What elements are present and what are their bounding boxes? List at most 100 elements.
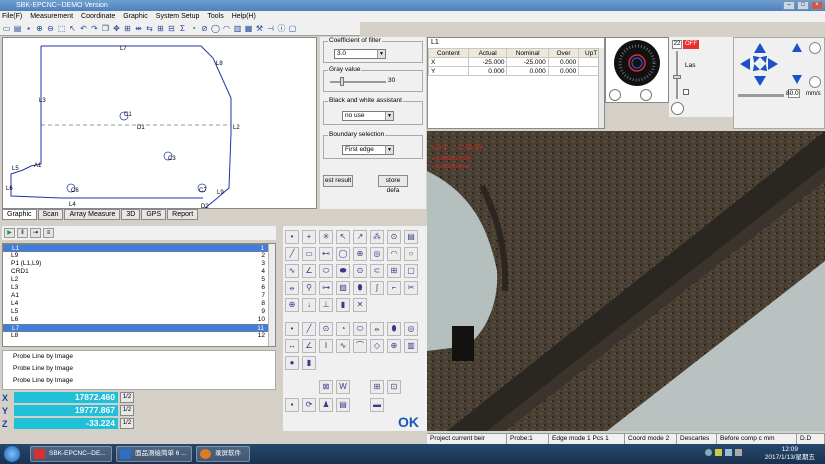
new-file-icon[interactable]: ▭ [2, 24, 11, 33]
gear-icon[interactable] [640, 89, 652, 101]
curve-2-icon[interactable]: ∿ [336, 339, 350, 353]
zoom-icon[interactable]: ⊙ [387, 230, 401, 244]
window-icon[interactable]: ▢ [288, 24, 297, 33]
menu-system-setup[interactable]: System Setup [156, 11, 200, 22]
gray-slider-thumb[interactable] [340, 77, 344, 86]
undo-icon[interactable]: ↶ [79, 24, 88, 33]
stop-icon[interactable]: ≡ [43, 228, 54, 238]
grid-measure-icon[interactable]: ⊞ [387, 264, 401, 278]
list-item[interactable]: L8 12 [3, 332, 275, 340]
pause-icon[interactable]: ‖ [17, 228, 28, 238]
circle-icon[interactable]: ◯ [211, 24, 220, 33]
spline-icon[interactable]: ∫ [370, 281, 384, 295]
results-scrollbar[interactable] [598, 48, 604, 128]
ring-2-icon[interactable]: ◎ [404, 322, 418, 336]
fit-icon[interactable]: ⬚ [57, 24, 66, 33]
menu-tools[interactable]: Tools [207, 11, 223, 22]
ruler-icon[interactable]: ⊟ [167, 24, 176, 33]
align-icon[interactable]: ⊞ [123, 24, 132, 33]
ellipse-2-icon[interactable]: ⬭ [353, 322, 367, 336]
volume-icon[interactable] [725, 449, 732, 456]
excel-export-icon[interactable]: ⊠ [319, 380, 333, 394]
jog-diag-dr[interactable] [760, 64, 770, 74]
cross-icon[interactable]: + [302, 230, 316, 244]
delete-icon[interactable]: ✕ [353, 298, 367, 312]
rotate-icon[interactable]: ◔ [189, 24, 198, 33]
mirror-icon[interactable]: ⇆ [145, 24, 154, 33]
tab-graphic[interactable]: Graphic [2, 209, 37, 220]
copy-icon[interactable]: ❐ [101, 24, 110, 33]
sigma-icon[interactable]: Σ [178, 24, 187, 33]
stamp-icon[interactable]: ⊥ [319, 298, 333, 312]
list-item[interactable]: Probe Line by Image [3, 363, 275, 375]
test-result-button[interactable]: est result [323, 175, 353, 187]
tab-report[interactable]: Report [167, 209, 199, 220]
save-file-icon[interactable]: ▪ [285, 398, 299, 412]
capture-icon[interactable]: ⊡ [387, 380, 401, 394]
point-2-icon[interactable]: • [285, 322, 299, 336]
gray-blob-icon[interactable]: ● [285, 356, 299, 370]
start-button[interactable] [4, 446, 20, 462]
z-knob-icon[interactable] [809, 42, 821, 54]
maximize-button[interactable]: □ [797, 1, 809, 10]
chart-icon[interactable]: ▥ [233, 24, 242, 33]
grid-icon[interactable]: ⊞ [156, 24, 165, 33]
jog-diag-dl[interactable] [750, 64, 760, 74]
jog-diagonal-arrows[interactable] [750, 53, 770, 74]
list-item[interactable]: Probe Line by Image [3, 351, 275, 363]
add-frame-icon[interactable]: ⊞ [370, 380, 384, 394]
angle-2-icon[interactable]: ∠ [302, 339, 316, 353]
half-button[interactable]: 1/2 [120, 418, 134, 429]
keyboard-icon[interactable] [735, 449, 742, 456]
oval-icon[interactable]: ⬬ [336, 264, 350, 278]
list-item[interactable]: L5 9 [3, 308, 275, 316]
star-icon[interactable]: ✳ [319, 230, 333, 244]
oval-2-icon[interactable]: ⬮ [387, 322, 401, 336]
add-icon[interactable]: ⊕ [285, 298, 299, 312]
plane-icon[interactable]: ◇ [370, 339, 384, 353]
flag-icon[interactable] [715, 449, 722, 456]
list-scrollbar[interactable] [268, 244, 275, 346]
select-icon[interactable]: ↖ [68, 24, 77, 33]
box-icon[interactable]: ▢ [404, 264, 418, 278]
coord-value[interactable]: -33.224 [14, 418, 118, 429]
list-item[interactable]: L3 6 [3, 284, 275, 292]
distance-icon[interactable]: ⊷ [319, 247, 333, 261]
line-2-icon[interactable]: ╱ [302, 322, 316, 336]
table-row[interactable]: Y 0.000 0.000 0.000 [428, 66, 604, 76]
graphic-canvas[interactable]: L7 L8 L3 L2 D1 C1 C3 A1 L6 C6 C7 L9 L5 L… [2, 37, 317, 210]
minimize-button[interactable]: – [783, 1, 795, 10]
camera-view[interactable]: L 0:1 ... 2: 31.53 x 0.00001(0.00) y 0.0… [427, 131, 825, 431]
zoom-out-icon[interactable]: ⊖ [46, 24, 55, 33]
jog-diag-ur[interactable] [760, 53, 770, 63]
list-item[interactable]: Probe Line by Image [3, 375, 275, 387]
no-entry-icon[interactable]: ⊘ [200, 24, 209, 33]
tool-icon[interactable]: ⚒ [255, 24, 264, 33]
layers-icon[interactable]: ▦ [244, 24, 253, 33]
list-item[interactable]: L2 5 [3, 276, 275, 284]
target-measure-icon[interactable]: ⊕ [353, 247, 367, 261]
doc-icon[interactable]: ▤ [336, 398, 350, 412]
list-item[interactable]: A1 7 [3, 292, 275, 300]
list-item[interactable]: L4 8 [3, 300, 275, 308]
arc-icon[interactable]: ◠ [222, 24, 231, 33]
ellipse-red-icon[interactable]: ⦵ [285, 281, 299, 295]
list-item[interactable]: L9 2 [3, 252, 275, 260]
layer-icon[interactable]: ▤ [404, 230, 418, 244]
filter-select[interactable]: 3.0 ▼ [334, 49, 386, 59]
close-button[interactable]: × [811, 1, 823, 10]
cursor-icon[interactable]: ↖ [336, 230, 350, 244]
word-export-icon[interactable]: W [336, 380, 350, 394]
circle-measure-icon[interactable]: ◯ [336, 247, 350, 261]
link-icon[interactable]: ⊶ [319, 281, 333, 295]
hook-icon[interactable]: ⌐ [387, 281, 401, 295]
jog-up-button[interactable] [754, 43, 766, 53]
distribute-icon[interactable]: ⇹ [134, 24, 143, 33]
center-icon[interactable]: ⊙ [353, 264, 367, 278]
light-slider-thumb[interactable] [673, 75, 681, 79]
circle-2-icon[interactable]: ⊙ [319, 322, 333, 336]
menu-help[interactable]: Help(H) [232, 11, 256, 22]
coord-value[interactable]: 17872.460 [14, 392, 118, 403]
tab-array-measure[interactable]: Array Measure [64, 209, 121, 220]
arc-measure-icon[interactable]: ◠ [387, 247, 401, 261]
